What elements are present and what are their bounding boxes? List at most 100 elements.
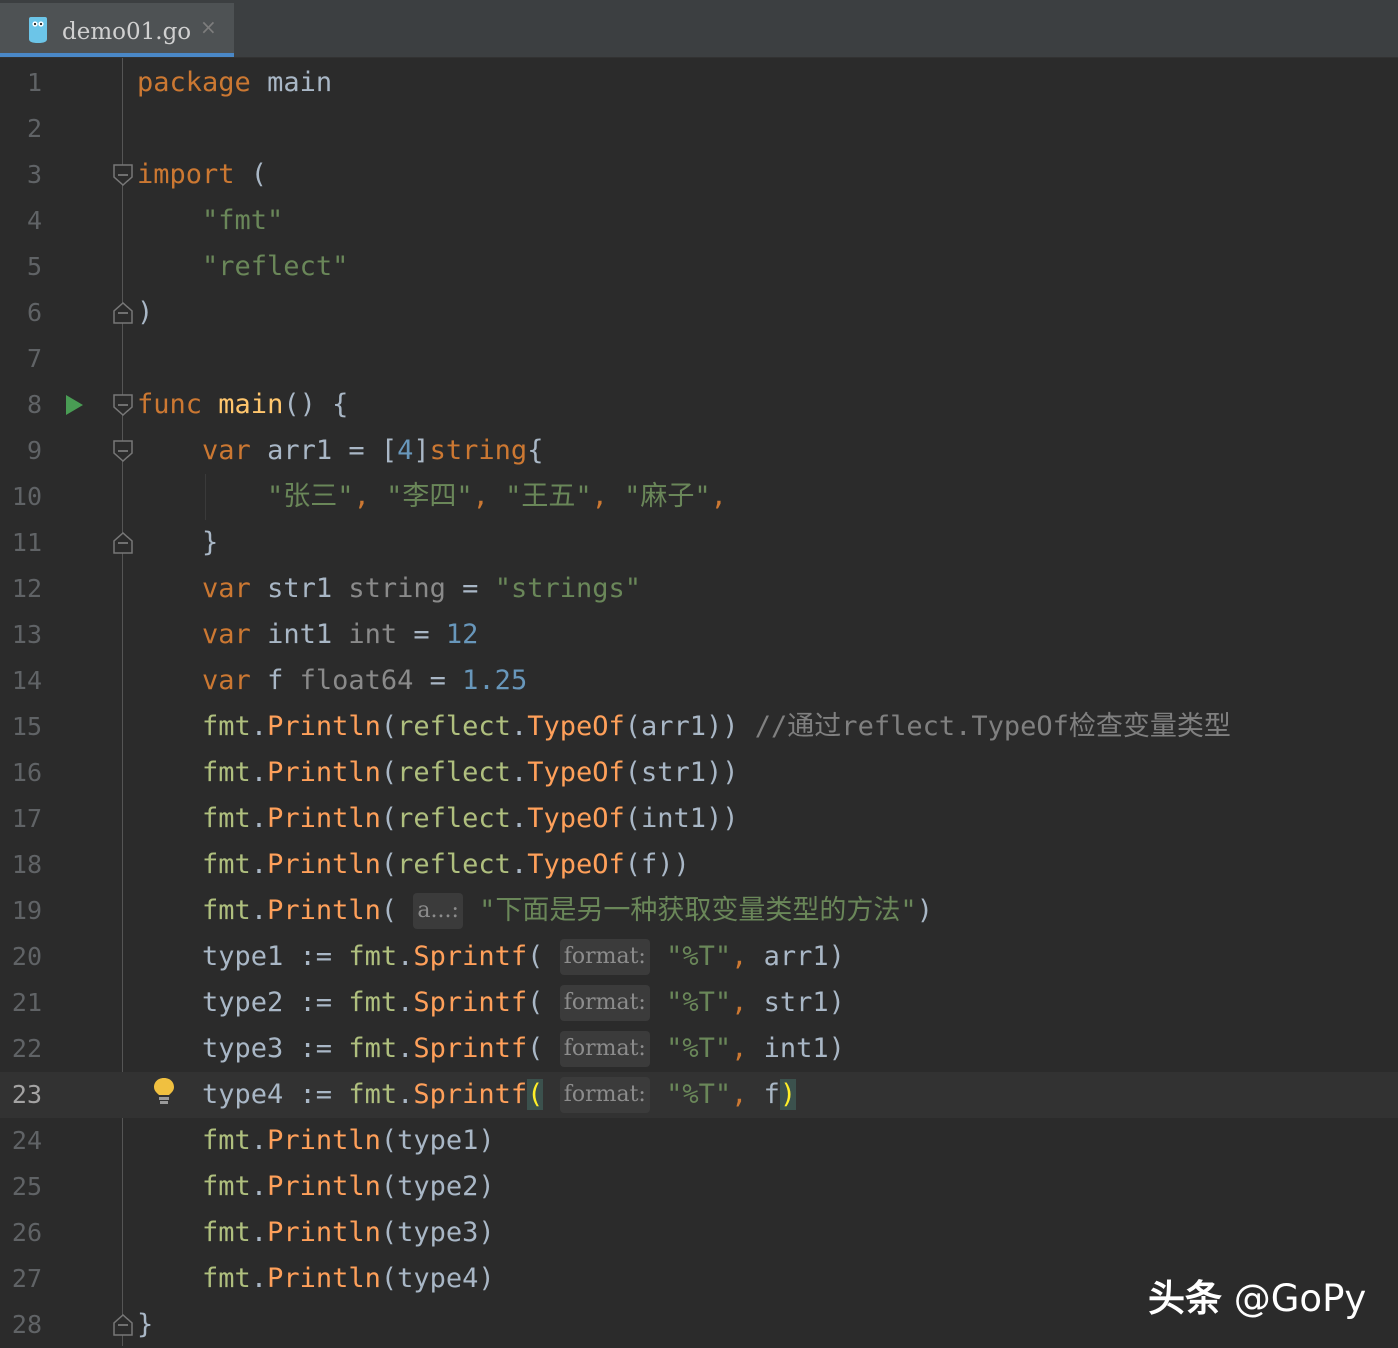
code-token: type3 :=	[137, 1033, 349, 1064]
code-line[interactable]: 6)	[0, 290, 1398, 336]
code-token: main	[218, 389, 284, 420]
code-line[interactable]: 1 package main	[0, 60, 1398, 106]
fold-close-icon[interactable]	[112, 531, 134, 555]
code-line[interactable]: 25 fmt.Println(type2)	[0, 1164, 1398, 1210]
code-line[interactable]: 3 import (	[0, 152, 1398, 198]
code-token: () {	[283, 389, 349, 420]
code-token: .	[250, 1217, 268, 1248]
line-number: 17	[11, 804, 42, 833]
code-token: 4	[397, 435, 414, 466]
code-token: (	[380, 849, 398, 880]
code-token: fmt	[202, 1171, 251, 1202]
code-token: arr1)	[763, 941, 845, 972]
code-token: (	[380, 757, 398, 788]
code-line[interactable]: 22 type3 := fmt.Sprintf( format: "%T", i…	[0, 1026, 1398, 1072]
code-token: fmt	[202, 757, 251, 788]
code-token: Println	[267, 1125, 381, 1156]
code-token: TypeOf	[527, 757, 625, 788]
code-token: import	[137, 159, 235, 190]
code-line[interactable]: 12 var str1 string = "strings"	[0, 566, 1398, 612]
line-number: 11	[11, 528, 42, 557]
code-token: }	[137, 527, 219, 558]
code-text: }	[137, 1302, 153, 1348]
code-line[interactable]: 13 var int1 int = 12	[0, 612, 1398, 658]
code-token: .	[250, 803, 268, 834]
code-line[interactable]: 24 fmt.Println(type1)	[0, 1118, 1398, 1164]
code-line[interactable]: 26 fmt.Println(type3)	[0, 1210, 1398, 1256]
fold-close-icon[interactable]	[112, 301, 134, 325]
code-token: .	[250, 757, 268, 788]
code-token: (type1)	[380, 1125, 495, 1156]
code-token: .	[397, 1033, 414, 1064]
code-line[interactable]: 16 fmt.Println(reflect.TypeOf(str1))	[0, 750, 1398, 796]
code-line[interactable]: 8 func main() {	[0, 382, 1398, 428]
code-token: )	[779, 1079, 797, 1110]
code-line[interactable]: 9 var arr1 = [4]string{	[0, 428, 1398, 474]
code-token: Println	[267, 849, 381, 880]
code-line[interactable]: 11 }	[0, 520, 1398, 566]
code-line[interactable]: 2	[0, 106, 1398, 152]
code-token: =	[445, 573, 495, 604]
code-token: Println	[267, 1217, 381, 1248]
watermark-brand: 头条	[1148, 1277, 1222, 1320]
code-token: (type2)	[380, 1171, 495, 1202]
code-token: string	[429, 435, 528, 466]
tab-close-icon[interactable]: ×	[200, 15, 217, 39]
code-token: ,	[731, 987, 764, 1018]
code-line[interactable]: 7	[0, 336, 1398, 382]
code-token: ,	[731, 1033, 764, 1064]
code-text: fmt.Println(reflect.TypeOf(int1))	[137, 796, 739, 842]
code-token: func	[137, 389, 203, 420]
code-line[interactable]: 10 "张三", "李四", "王五", "麻子",	[0, 474, 1398, 520]
code-line[interactable]: 23 type4 := fmt.Sprintf( format: "%T", f…	[0, 1072, 1398, 1118]
code-text: )	[137, 290, 153, 336]
code-line[interactable]: 4 "fmt"	[0, 198, 1398, 244]
code-token: reflect	[397, 803, 511, 834]
code-text: var int1 int = 12	[137, 612, 478, 658]
lightbulb-icon[interactable]	[152, 1076, 176, 1106]
code-token: reflect	[397, 849, 511, 880]
code-line[interactable]: 5 "reflect"	[0, 244, 1398, 290]
line-number: 19	[11, 896, 42, 925]
code-token: TypeOf	[527, 849, 625, 880]
code-token: (	[234, 159, 268, 190]
code-text: fmt.Println(reflect.TypeOf(f))	[137, 842, 690, 888]
code-token: fmt	[202, 895, 251, 926]
line-number: 12	[11, 574, 42, 603]
code-text: import (	[137, 152, 267, 198]
tab-demo01-go[interactable]: demo01.go ×	[0, 3, 234, 57]
code-token: ,	[472, 481, 506, 512]
line-number: 15	[11, 712, 42, 741]
code-line[interactable]: 18 fmt.Println(reflect.TypeOf(f))	[0, 842, 1398, 888]
fold-close-icon[interactable]	[112, 1313, 134, 1337]
run-icon[interactable]	[64, 394, 84, 416]
code-editor[interactable]: 1 package main 2 3 import (4 "fmt" 5 "reflect…	[0, 58, 1398, 1346]
code-token: var	[202, 665, 251, 696]
fold-open-icon[interactable]	[112, 439, 134, 463]
code-token: fmt	[348, 987, 398, 1018]
line-number: 18	[11, 850, 42, 879]
code-token: Sprintf	[413, 1079, 528, 1110]
code-token: str1	[250, 573, 349, 604]
code-token: fmt	[348, 1079, 398, 1110]
code-token: fmt	[348, 941, 398, 972]
fold-open-icon[interactable]	[112, 163, 134, 187]
code-token: (int1))	[624, 803, 739, 834]
fold-open-icon[interactable]	[112, 393, 134, 417]
code-token: TypeOf	[527, 803, 625, 834]
code-token: Println	[267, 803, 381, 834]
code-token: .	[250, 711, 268, 742]
code-token: (type4)	[380, 1263, 495, 1294]
code-token: var	[202, 619, 251, 650]
code-token: var	[202, 573, 251, 604]
code-line[interactable]: 14 var f float64 = 1.25	[0, 658, 1398, 704]
line-number: 21	[11, 988, 42, 1017]
code-line[interactable]: 21 type2 := fmt.Sprintf( format: "%T", s…	[0, 980, 1398, 1026]
code-line[interactable]: 17 fmt.Println(reflect.TypeOf(int1))	[0, 796, 1398, 842]
code-line[interactable]: 19 fmt.Println( a...: "下面是另一种获取变量类型的方法")	[0, 888, 1398, 934]
code-token: Println	[267, 895, 381, 926]
code-line[interactable]: 15 fmt.Println(reflect.TypeOf(arr1)) //通…	[0, 704, 1398, 750]
code-line[interactable]: 20 type1 := fmt.Sprintf( format: "%T", a…	[0, 934, 1398, 980]
